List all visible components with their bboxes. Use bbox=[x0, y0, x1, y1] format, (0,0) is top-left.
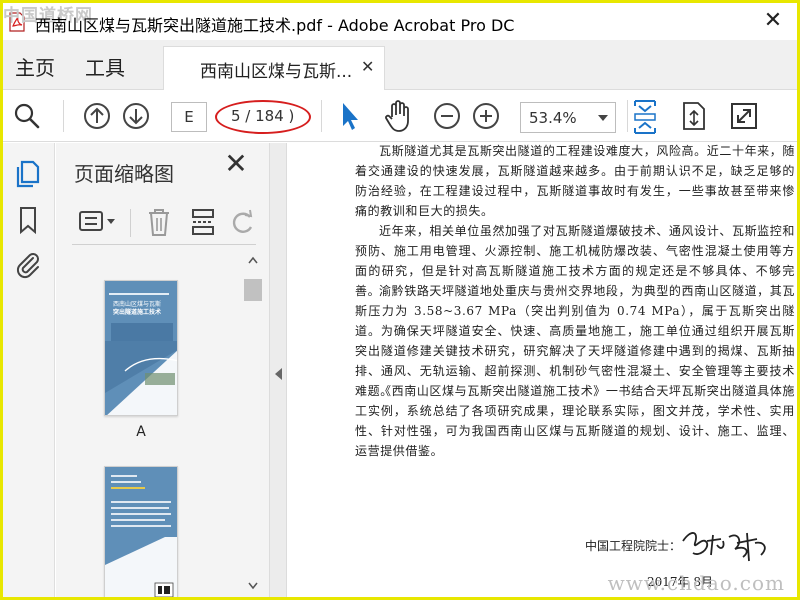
scroll-up-arrow-icon[interactable] bbox=[248, 256, 258, 264]
signature-caption: 中国工程院院士： bbox=[585, 539, 682, 553]
paragraph: 瓦斯隧道尤其是瓦斯突出隧道的工程建设难度大，风险高。近二十年来，随着交通建设的快… bbox=[355, 144, 795, 218]
page-thumbnails-panel: 页面缩略图 ✕ 西南山区煤与瓦斯 突出隧道施工技术 A bbox=[56, 143, 269, 597]
handwritten-signature bbox=[682, 532, 766, 562]
back-cover-artwork-icon bbox=[105, 537, 177, 597]
document-tab[interactable]: 西南山区煤与瓦斯... ✕ bbox=[163, 46, 385, 91]
fit-page-icon[interactable] bbox=[631, 98, 659, 136]
document-tab-close-button[interactable]: ✕ bbox=[361, 57, 374, 76]
document-tab-label: 西南山区煤与瓦斯... bbox=[200, 62, 353, 82]
cover-title-line2: 突出隧道施工技术 bbox=[113, 309, 162, 316]
panel-close-button[interactable]: ✕ bbox=[223, 150, 249, 178]
select-cursor-icon[interactable] bbox=[339, 100, 361, 132]
previous-page-icon[interactable] bbox=[83, 102, 111, 130]
page-number-input[interactable]: E bbox=[171, 102, 207, 132]
scroll-mode-icon[interactable] bbox=[681, 101, 707, 131]
bookmark-icon[interactable] bbox=[13, 205, 43, 235]
scroll-down-arrow-icon[interactable] bbox=[248, 582, 258, 590]
panel-collapse-handle[interactable] bbox=[269, 143, 287, 597]
thumbnail-options-icon[interactable] bbox=[78, 209, 118, 235]
zoom-in-icon[interactable] bbox=[472, 102, 500, 130]
attachment-paperclip-icon[interactable] bbox=[13, 249, 43, 279]
thumbnail-toolbar bbox=[72, 199, 256, 245]
thumbnail-list: 西南山区煤与瓦斯 突出隧道施工技术 A bbox=[56, 246, 242, 597]
hand-tool-icon[interactable] bbox=[383, 99, 413, 133]
page-thumbnail-label: A bbox=[136, 424, 146, 440]
rotate-page-icon[interactable] bbox=[230, 207, 256, 237]
page-thumbnail-back-cover[interactable] bbox=[104, 466, 178, 597]
acrobat-window: 中国道桥网 西南山区煤与瓦斯突出隧道施工技术.pdf - Adobe Acrob… bbox=[3, 3, 797, 597]
window-title: 西南山区煤与瓦斯突出隧道施工技术.pdf - Adobe Acrobat Pro… bbox=[35, 16, 515, 35]
panel-title: 页面缩略图 bbox=[74, 162, 174, 186]
delete-page-icon[interactable] bbox=[146, 207, 172, 237]
search-icon[interactable] bbox=[13, 102, 41, 130]
full-screen-icon[interactable] bbox=[730, 102, 758, 130]
insert-page-icon[interactable] bbox=[190, 207, 216, 237]
watermark-url-text: www.chdao.com bbox=[607, 571, 785, 595]
menu-tools[interactable]: 工具 bbox=[85, 52, 125, 81]
page-thumbnail-cover[interactable]: 西南山区煤与瓦斯 突出隧道施工技术 bbox=[104, 280, 178, 416]
zoom-level-value: 53.4% bbox=[529, 109, 577, 127]
menu-home[interactable]: 主页 bbox=[15, 52, 55, 81]
title-bar: 中国道桥网 西南山区煤与瓦斯突出隧道施工技术.pdf - Adobe Acrob… bbox=[3, 3, 797, 40]
zoom-out-icon[interactable] bbox=[433, 102, 461, 130]
zoom-level-select[interactable]: 53.4% bbox=[520, 102, 616, 133]
toolbar: E 5 / 184 ) 53.4% bbox=[3, 90, 797, 142]
chevron-down-icon bbox=[598, 115, 608, 121]
red-annotation-ellipse bbox=[215, 100, 311, 134]
menu-bar: 主页 工具 西南山区煤与瓦斯... ✕ bbox=[3, 40, 797, 91]
scrollbar-thumb[interactable] bbox=[244, 279, 262, 301]
window-close-button[interactable]: ✕ bbox=[759, 8, 787, 34]
cover-artwork-icon bbox=[105, 341, 177, 415]
thumbnail-scrollbar[interactable] bbox=[242, 246, 264, 597]
next-page-icon[interactable] bbox=[122, 102, 150, 130]
collapse-left-arrow-icon bbox=[275, 368, 282, 380]
navigation-rail bbox=[3, 143, 55, 597]
document-view: 瓦斯隧道尤其是瓦斯突出隧道的工程建设难度大，风险高。近二十年来，随着交通建设的快… bbox=[287, 143, 797, 597]
page-thumbnails-icon[interactable] bbox=[13, 159, 43, 189]
paragraph: 《西南山区煤与瓦斯突出隧道施工技术》一书结合天坪瓦斯突出隧道具体施工实例，系统总… bbox=[355, 384, 795, 458]
cover-title-line1: 西南山区煤与瓦斯 bbox=[113, 301, 162, 308]
